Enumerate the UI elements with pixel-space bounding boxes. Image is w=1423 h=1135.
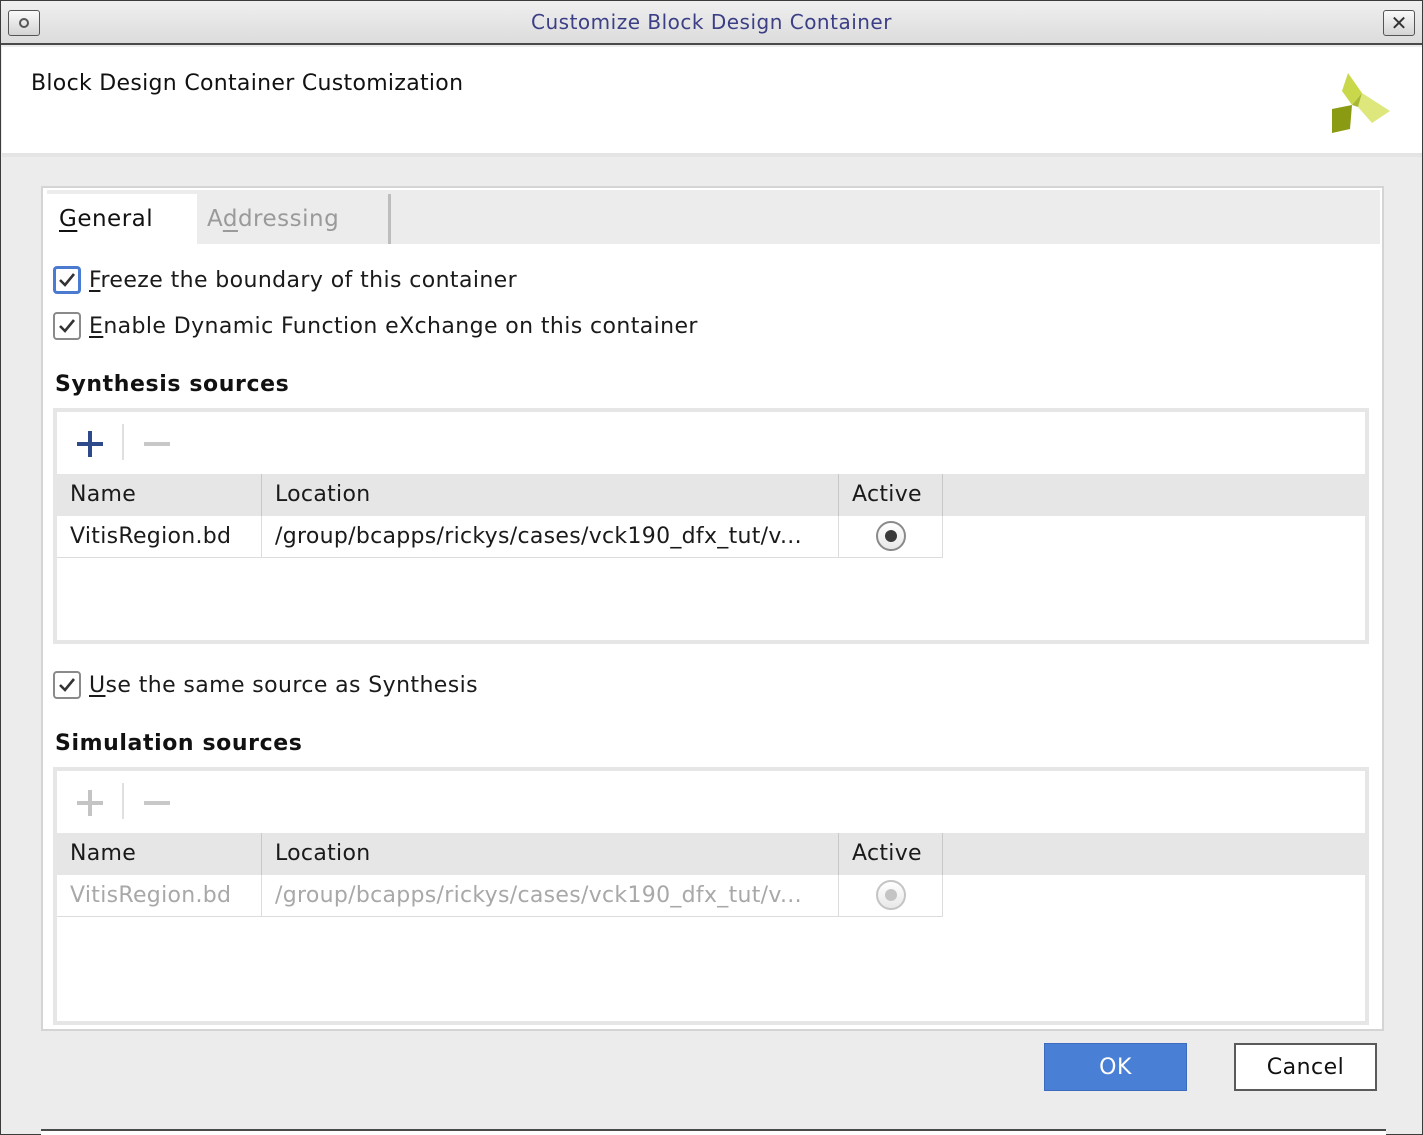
table-row[interactable]: VitisRegion.bd /group/bcapps/rickys/case…: [57, 516, 943, 558]
active-radio[interactable]: [876, 880, 906, 910]
table-header: Name Location Active: [57, 474, 1365, 516]
underlying-window-edge: [41, 1129, 1386, 1135]
checkmark-icon: [59, 273, 76, 287]
ok-button[interactable]: OK: [1044, 1043, 1187, 1091]
radio-selected-icon: [885, 889, 897, 901]
enable-dfx-option[interactable]: Enable Dynamic Function eXchange on this…: [53, 312, 698, 340]
toolbar-separator: [122, 424, 124, 460]
column-header-name[interactable]: Name: [57, 833, 262, 875]
tab-general[interactable]: General: [47, 194, 197, 244]
column-header-active[interactable]: Active: [839, 474, 943, 516]
source-location-cell: /group/bcapps/rickys/cases/vck190_dfx_tu…: [262, 516, 839, 557]
column-header-location[interactable]: Location: [262, 474, 839, 516]
radio-selected-icon: [885, 530, 897, 542]
plus-icon: [77, 790, 103, 816]
window-title: Customize Block Design Container: [531, 10, 892, 34]
checkmark-icon: [59, 678, 76, 692]
synthesis-sources-table: Name Location Active VitisRegion.bd /gro…: [53, 408, 1369, 644]
dialog-window: Customize Block Design Container ✕ Block…: [0, 0, 1423, 1135]
minus-icon: [144, 801, 170, 805]
close-button[interactable]: ✕: [1383, 10, 1415, 36]
add-simulation-source-button[interactable]: [70, 783, 110, 823]
close-icon: ✕: [1390, 11, 1408, 35]
synthesis-sources-title: Synthesis sources: [55, 372, 290, 397]
source-name-cell: VitisRegion.bd: [57, 516, 262, 557]
minus-icon: [144, 442, 170, 446]
source-location-cell: /group/bcapps/rickys/cases/vck190_dfx_tu…: [262, 875, 839, 916]
tab-panel: General Addressing Freeze the boundary o…: [41, 186, 1384, 1031]
same-source-label: Use the same source as Synthesis: [89, 672, 478, 698]
same-source-option[interactable]: Use the same source as Synthesis: [53, 671, 478, 699]
column-header-name[interactable]: Name: [57, 474, 262, 516]
table-header: Name Location Active: [57, 833, 1365, 875]
plus-icon: [77, 431, 103, 457]
remove-simulation-source-button[interactable]: [137, 783, 177, 823]
dialog-heading: Block Design Container Customization: [31, 71, 464, 96]
remove-synthesis-source-button[interactable]: [137, 424, 177, 464]
add-synthesis-source-button[interactable]: [70, 424, 110, 464]
simulation-toolbar: [57, 771, 1365, 833]
freeze-boundary-checkbox[interactable]: [53, 266, 81, 294]
column-header-active[interactable]: Active: [839, 833, 943, 875]
column-header-location[interactable]: Location: [262, 833, 839, 875]
cancel-button[interactable]: Cancel: [1234, 1043, 1377, 1091]
synthesis-toolbar: [57, 412, 1365, 474]
same-source-checkbox[interactable]: [53, 671, 81, 699]
enable-dfx-label: Enable Dynamic Function eXchange on this…: [89, 313, 698, 339]
source-name-cell: VitisRegion.bd: [57, 875, 262, 916]
xilinx-logo-icon: [1332, 73, 1390, 133]
simulation-sources-title: Simulation sources: [55, 731, 303, 756]
tab-strip: General Addressing: [47, 190, 1380, 244]
toolbar-separator: [122, 783, 124, 819]
tab-addressing[interactable]: Addressing: [197, 194, 391, 244]
title-bar[interactable]: Customize Block Design Container ✕: [1, 1, 1422, 45]
enable-dfx-checkbox[interactable]: [53, 312, 81, 340]
checkmark-icon: [59, 319, 76, 333]
active-radio[interactable]: [876, 521, 906, 551]
freeze-boundary-label: Freeze the boundary of this container: [89, 267, 518, 293]
freeze-boundary-option[interactable]: Freeze the boundary of this container: [53, 266, 517, 294]
simulation-sources-table: Name Location Active VitisRegion.bd /gro…: [53, 767, 1369, 1025]
dialog-header: Block Design Container Customization: [2, 47, 1422, 157]
table-row[interactable]: VitisRegion.bd /group/bcapps/rickys/case…: [57, 875, 943, 917]
